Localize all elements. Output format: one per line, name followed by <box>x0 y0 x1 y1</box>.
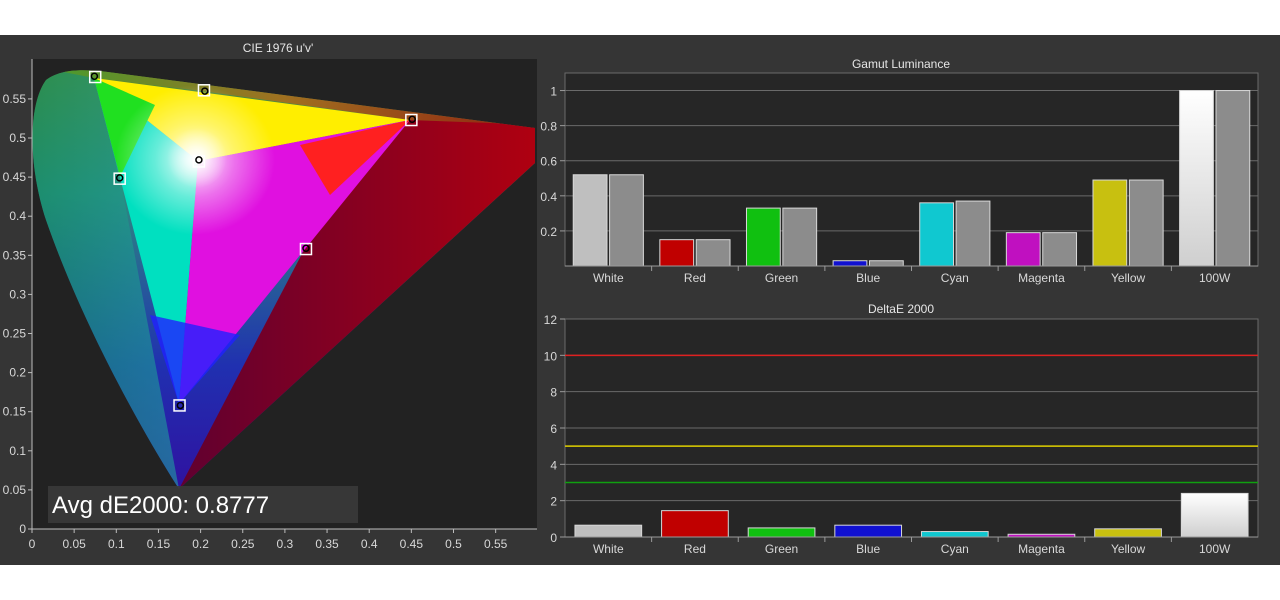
calibration-charts: CIE 1976 u'v' 0 0.05 0.1 0.15 0.2 0.25 0.3 0.35… <box>3 41 1259 556</box>
deltae-bar <box>834 524 903 538</box>
cie-x-tick-label: 0.15 <box>147 537 171 551</box>
deltae-bar <box>920 531 989 538</box>
cie-y-tick-label: 0.25 <box>3 327 27 341</box>
luminance-bar-measured <box>572 174 608 267</box>
luminance-bar-reference <box>955 200 991 267</box>
luminance-bar-reference <box>782 207 818 267</box>
cie-chart-title: CIE 1976 u'v' <box>243 41 314 55</box>
cie-x-tick-label: 0.3 <box>277 537 294 551</box>
cie-y-tick-label: 0.15 <box>3 405 27 419</box>
luminance-category-label: Cyan <box>941 271 969 285</box>
deltae-y-tick-label: 4 <box>550 458 557 472</box>
luminance-category-label: Green <box>765 271 798 285</box>
cie-y-tick-label: 0.45 <box>3 170 27 184</box>
cie-y-tick-label: 0.55 <box>3 92 27 106</box>
luminance-bar-measured <box>1179 90 1214 267</box>
luminance-category-label: Red <box>684 271 706 285</box>
luminance-y-tick-label: 0.2 <box>540 225 557 239</box>
deltae-2000-title: DeltaE 2000 <box>868 302 934 316</box>
deltae-bar <box>1180 492 1249 538</box>
cie-x-tick-label: 0.35 <box>315 537 339 551</box>
deltae-category-label: Yellow <box>1111 542 1146 556</box>
luminance-bar-measured <box>659 239 695 267</box>
deltae-y-tick-label: 10 <box>544 349 558 363</box>
luminance-bar-measured <box>745 207 781 267</box>
deltae-y-tick-label: 12 <box>544 313 558 327</box>
deltae-bar <box>747 527 816 538</box>
deltae-y-tick-label: 8 <box>550 386 557 400</box>
cie-y-tick-label: 0.1 <box>9 444 26 458</box>
cie-x-tick-label: 0.2 <box>192 537 209 551</box>
cie-y-tick-label: 0.35 <box>3 248 27 262</box>
deltae-bar <box>574 524 643 538</box>
deltae-category-label: Magenta <box>1018 542 1065 556</box>
luminance-category-label: White <box>593 271 624 285</box>
luminance-bar-reference <box>868 260 904 267</box>
deltae-bar <box>661 510 729 538</box>
deltae-category-label: Blue <box>856 542 880 556</box>
luminance-y-tick-label: 0.6 <box>540 155 557 169</box>
luminance-bar-measured <box>1005 232 1041 267</box>
deltae-y-tick-label: 6 <box>550 422 557 436</box>
luminance-category-label: Blue <box>856 271 880 285</box>
cie-y-tick-label: 0.4 <box>9 209 26 223</box>
cie-x-tick-label: 0.5 <box>445 537 462 551</box>
cie-x-tick-label: 0 <box>29 537 36 551</box>
luminance-bar-measured <box>1092 179 1128 267</box>
luminance-bar-reference <box>1042 232 1078 267</box>
deltae-bar <box>1094 528 1162 538</box>
cie-y-tick-label: 0.2 <box>9 366 26 380</box>
deltae-category-label: Cyan <box>941 542 969 556</box>
cie-x-tick-label: 0.1 <box>108 537 125 551</box>
luminance-bar-measured <box>832 260 868 267</box>
deltae-y-tick-label: 2 <box>550 495 557 509</box>
cie-x-tick-label: 0.55 <box>484 537 508 551</box>
luminance-y-tick-label: 0.8 <box>540 120 557 134</box>
deltae-category-label: 100W <box>1199 542 1231 556</box>
cie-x-tick-label: 0.45 <box>400 537 424 551</box>
avg-de2000-label: Avg dE2000: 0.8777 <box>52 492 269 519</box>
luminance-category-label: Magenta <box>1018 271 1065 285</box>
deltae-y-tick-label: 0 <box>550 531 557 545</box>
luminance-bar-reference <box>695 239 731 267</box>
luminance-category-label: 100W <box>1199 271 1231 285</box>
cie-y-tick-label: 0 <box>19 522 26 536</box>
luminance-bar-reference <box>1128 179 1164 267</box>
cie-x-tick-label: 0.05 <box>62 537 86 551</box>
luminance-bar-reference <box>609 174 644 267</box>
deltae-category-label: White <box>593 542 624 556</box>
luminance-category-label: Yellow <box>1111 271 1146 285</box>
luminance-bar-measured <box>919 202 955 267</box>
cie-x-tick-label: 0.4 <box>361 537 378 551</box>
luminance-y-tick-label: 0.4 <box>540 190 557 204</box>
luminance-bar-reference <box>1215 90 1251 267</box>
cie-y-tick-label: 0.05 <box>3 483 27 497</box>
cie-y-tick-label: 0.3 <box>9 287 26 301</box>
deltae-category-label: Green <box>765 542 798 556</box>
cie-x-tick-label: 0.25 <box>231 537 255 551</box>
deltae-category-label: Red <box>684 542 706 556</box>
luminance-y-tick-label: 1 <box>550 85 557 99</box>
cie-y-tick-label: 0.5 <box>9 131 26 145</box>
calibration-report-panel: CIE 1976 u'v' 0 0.05 0.1 0.15 0.2 0.25 0.3 0.35… <box>0 35 1280 565</box>
gamut-luminance-title: Gamut Luminance <box>852 57 950 71</box>
